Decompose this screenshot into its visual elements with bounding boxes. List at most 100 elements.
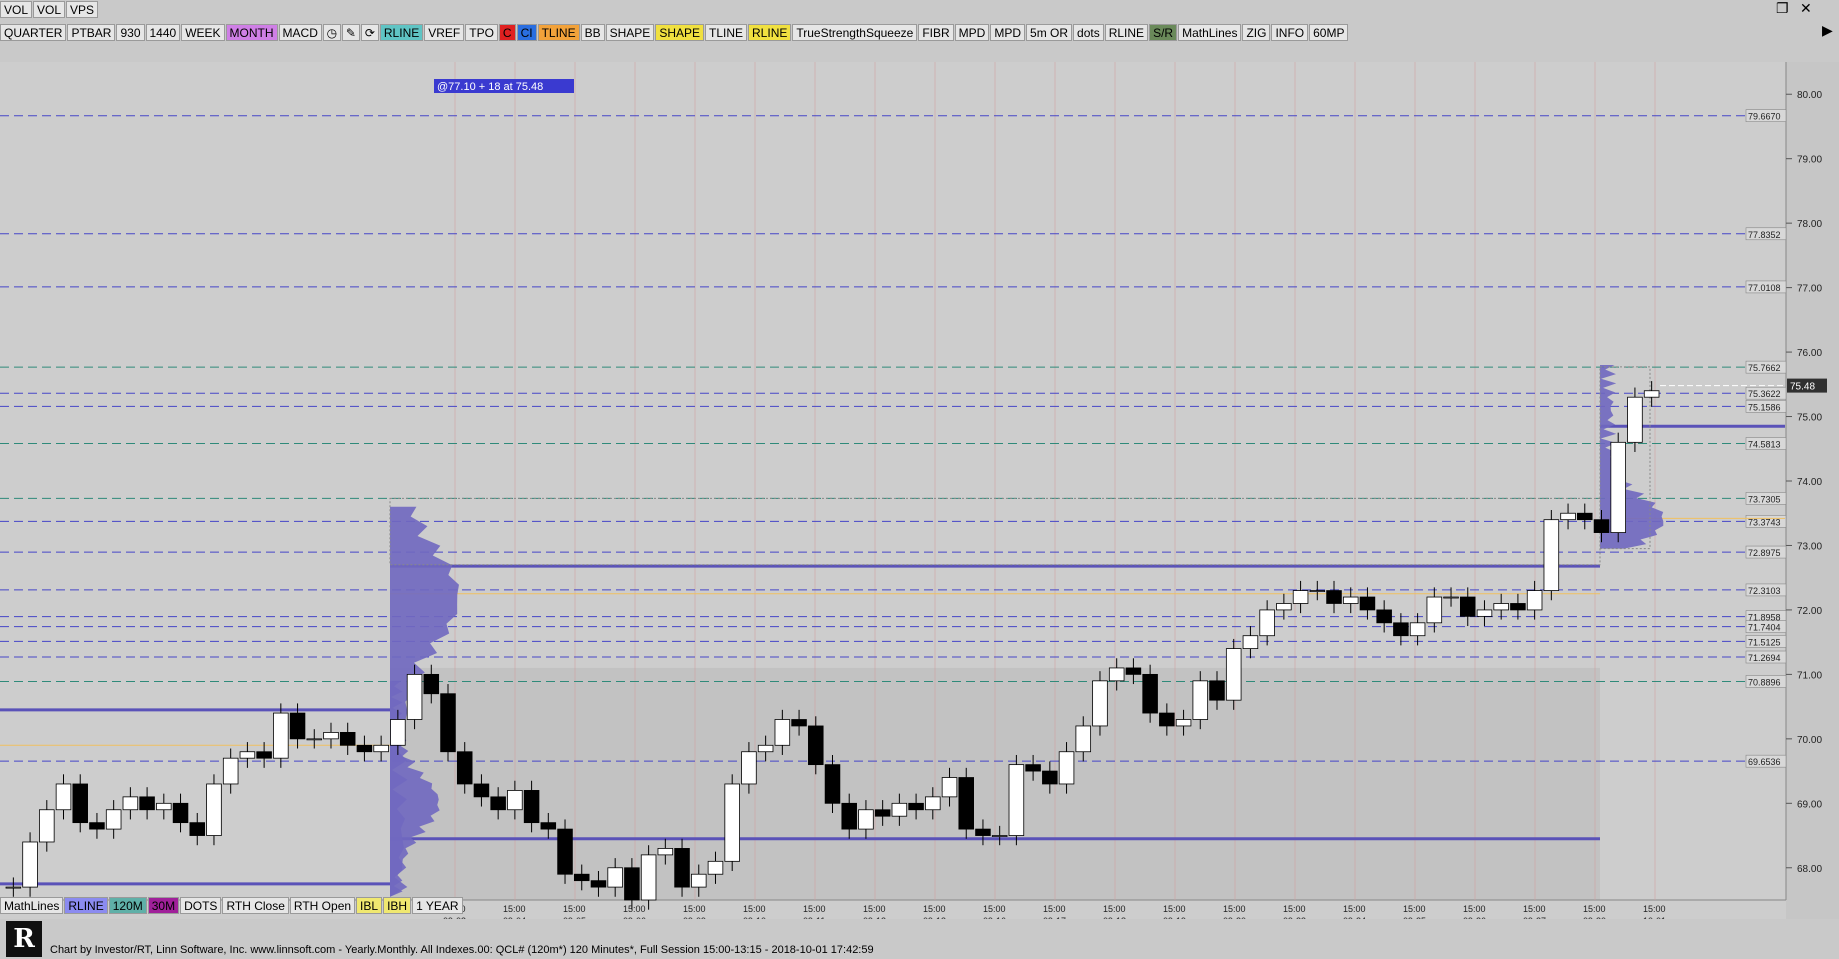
toolbar-button-shape[interactable]: SHAPE	[655, 24, 704, 41]
bottom-button-rth-close[interactable]: RTH Close	[222, 897, 289, 914]
footer-credit-text: Chart by Investor/RT, Linn Software, Inc…	[50, 944, 874, 956]
toolbar-button-fibr[interactable]: FIBR	[918, 24, 954, 41]
candle	[306, 738, 323, 741]
x-time-label: 15:00	[1403, 904, 1426, 914]
x-time-label: 15:00	[923, 904, 946, 914]
x-time-label: 15:00	[1463, 904, 1486, 914]
toolbar-button-tline[interactable]: TLINE	[537, 24, 580, 41]
restore-window-icon[interactable]: ❐	[1776, 0, 1789, 17]
candle	[1443, 596, 1459, 599]
candle	[289, 712, 306, 740]
candle	[1142, 673, 1158, 714]
y-tick-label: 70.00	[1797, 735, 1822, 746]
candle	[1326, 590, 1342, 604]
toolbar-button-tline[interactable]: TLINE	[705, 24, 748, 41]
toolbar-button-mathlines[interactable]: MathLines	[1178, 24, 1242, 41]
toolbar-button-shape[interactable]: SHAPE	[605, 24, 655, 41]
candle	[1125, 667, 1142, 675]
toolbar-button-info[interactable]: INFO	[1271, 24, 1309, 41]
toolbar-button-bb[interactable]: BB	[580, 24, 605, 41]
y-tick-label: 78.00	[1797, 219, 1822, 230]
toolbar-button-s-r[interactable]: S/R	[1149, 24, 1178, 41]
toolbar-button-ci[interactable]: CI	[516, 24, 537, 41]
overflow-arrow-icon[interactable]: ▶	[1822, 22, 1833, 39]
candle	[22, 841, 38, 888]
candle	[757, 744, 774, 753]
candle	[456, 751, 473, 785]
toolbar-button-macd[interactable]: MACD	[278, 24, 322, 41]
x-time-label: 15:00	[983, 904, 1006, 914]
toolbar-button-1440[interactable]: 1440	[145, 24, 181, 41]
candle	[1008, 764, 1025, 836]
annotation-text: @77.10 + 18 at 75.48	[437, 81, 543, 93]
bottom-button-mathlines[interactable]: MathLines	[0, 897, 64, 914]
refresh-icon[interactable]: ⟳	[360, 24, 379, 41]
bottom-button-ibh[interactable]: IBH	[383, 897, 412, 914]
bottom-button-dots[interactable]: DOTS	[180, 897, 222, 914]
candle	[356, 744, 373, 753]
bottom-button-120m[interactable]: 120M	[108, 897, 147, 914]
candle	[808, 725, 824, 766]
candle	[5, 886, 22, 889]
candle	[256, 751, 272, 759]
toolbar-button-truestrengthsqueeze[interactable]: TrueStrengthSqueeze	[792, 24, 918, 41]
candle	[72, 783, 88, 824]
candle	[55, 783, 72, 811]
candle	[89, 822, 105, 830]
candle	[874, 809, 891, 817]
last-price-label: 75.48	[1790, 382, 1815, 393]
clock-icon[interactable]: ◷	[322, 24, 341, 41]
candle	[858, 809, 874, 830]
toolbar-button-mpd[interactable]: MPD	[990, 24, 1026, 41]
y-tick-label: 80.00	[1797, 90, 1822, 101]
pencil-icon[interactable]: ✎	[341, 24, 360, 41]
x-time-label: 15:00	[1223, 904, 1246, 914]
toolbar-button-mpd[interactable]: MPD	[954, 24, 990, 41]
bottom-button-ibl[interactable]: IBL	[356, 897, 383, 914]
toolbar-button-zig[interactable]: ZIG	[1242, 24, 1271, 41]
x-time-label: 15:00	[1343, 904, 1366, 914]
tab-vol[interactable]: VOL	[33, 1, 66, 18]
toolbar-button-60mp[interactable]: 60MP	[1309, 24, 1349, 41]
candle	[105, 809, 122, 830]
toolbar-button-5m-or[interactable]: 5m OR	[1026, 24, 1073, 41]
y-tick-label: 72.00	[1797, 606, 1822, 617]
candle	[1292, 590, 1309, 604]
bottom-button-1-year[interactable]: 1 YEAR	[412, 897, 463, 914]
level-label: 75.3622	[1748, 389, 1781, 399]
bottom-button-rth-open[interactable]: RTH Open	[289, 897, 356, 914]
toolbar-button-930[interactable]: 930	[116, 24, 145, 41]
toolbar-button-tpo[interactable]: TPO	[465, 24, 498, 41]
toolbar-button-month[interactable]: MONTH	[225, 24, 278, 41]
bottom-button-30m[interactable]: 30M	[147, 897, 180, 914]
candle	[975, 828, 991, 836]
bottom-button-rline[interactable]: RLINE	[64, 897, 108, 914]
toolbar-button-quarter[interactable]: QUARTER	[0, 24, 67, 41]
toolbar-button-rline[interactable]: RLINE	[748, 24, 792, 41]
candle	[1459, 596, 1476, 617]
toolbar-button-vref[interactable]: VREF	[424, 24, 465, 41]
tab-vps[interactable]: VPS	[66, 1, 99, 18]
candle	[741, 751, 757, 785]
top-tab-bar: VOL VOL VPS	[0, 1, 99, 18]
tab-vol[interactable]: VOL	[0, 1, 33, 18]
y-tick-label: 74.00	[1797, 477, 1822, 488]
x-time-label: 15:00	[1043, 904, 1066, 914]
candle	[373, 744, 389, 753]
close-window-icon[interactable]: ✕	[1800, 0, 1812, 17]
toolbar-button-ptbar[interactable]: PTBAR	[67, 24, 116, 41]
candle	[1593, 519, 1610, 533]
level-label: 74.5813	[1748, 440, 1781, 450]
candle	[1276, 603, 1292, 611]
toolbar-button-c[interactable]: C	[498, 24, 516, 41]
toolbar-button-dots[interactable]: dots	[1073, 24, 1104, 41]
x-time-label: 15:00	[863, 904, 886, 914]
candle	[1175, 719, 1192, 727]
candle	[1058, 751, 1075, 785]
candle	[1359, 596, 1376, 611]
price-chart[interactable]: 68.00 69.00 70.00 71.00 72.00 73.00 74.00 75.00…	[0, 62, 1839, 919]
toolbar-button-rline[interactable]: RLINE	[379, 24, 424, 41]
toolbar-button-week[interactable]: WEEK	[181, 24, 225, 41]
candle	[590, 880, 607, 888]
toolbar-button-rline[interactable]: RLINE	[1104, 24, 1149, 41]
